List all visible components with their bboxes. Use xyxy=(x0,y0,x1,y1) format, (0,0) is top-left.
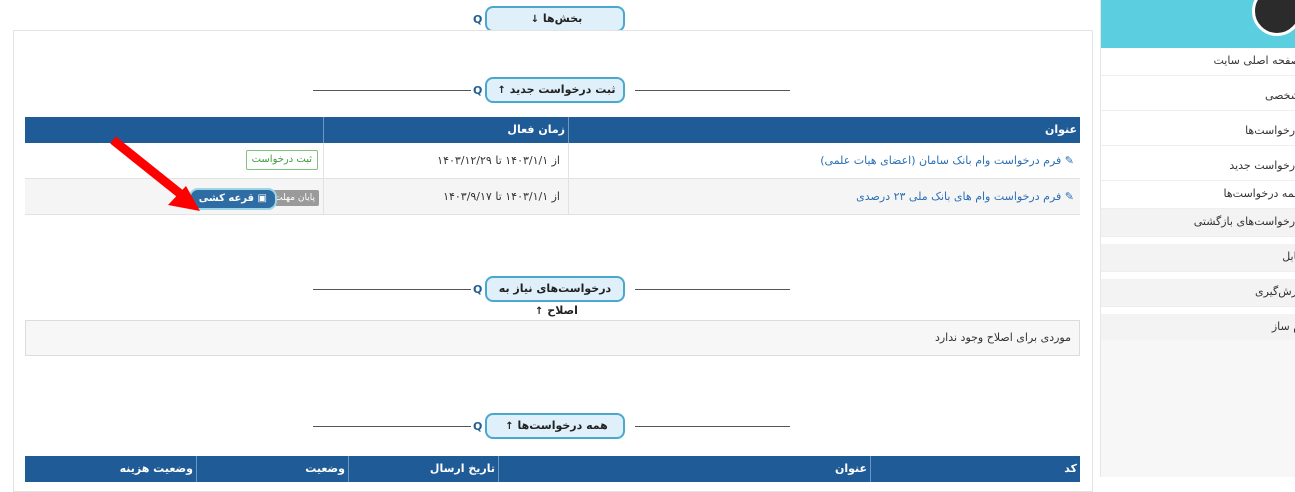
column-header-code: کد xyxy=(870,456,1080,482)
sidebar-item-label: تابل xyxy=(1282,250,1295,263)
gift-icon: ▣ xyxy=(254,193,267,204)
column-header-title: عنوان xyxy=(498,456,870,482)
divider-left xyxy=(313,289,471,290)
sidebar-item-personal[interactable]: شخصی xyxy=(1101,83,1295,111)
form-title: فرم درخواست وام بانک سامان (اعضای هیات ع… xyxy=(820,154,1062,167)
edit-icon: ✎ xyxy=(1061,154,1074,167)
empty-state: موردی برای اصلاح وجود ندارد xyxy=(25,320,1080,356)
register-request-button[interactable]: ثبت درخواست xyxy=(245,150,318,170)
sidebar-item-home[interactable]: صفحه اصلی سایت xyxy=(1101,48,1295,76)
arrow-up-icon: ↑ xyxy=(505,421,514,432)
column-header-cost-status: وضعیت هزینه xyxy=(119,462,193,475)
sidebar: صفحه اصلی سایت شخصی درخواست‌ها درخواست ج… xyxy=(1100,0,1295,477)
form-title: فرم درخواست وام های بانک ملی ۲۳ درصدی xyxy=(856,190,1062,203)
form-link-melli-loan[interactable]: ✎ فرم درخواست وام های بانک ملی ۲۳ درصدی xyxy=(856,190,1074,203)
search-icon[interactable]: Q xyxy=(473,84,482,97)
all-requests-table-header: کد عنوان تاریخ ارسال وضعیت وضعیت هزینه xyxy=(25,456,1080,482)
sidebar-item-returned-requests[interactable]: درخواست‌های بازگشتی xyxy=(1101,209,1295,237)
search-icon[interactable]: Q xyxy=(473,283,482,296)
arrow-down-icon: ↓ xyxy=(530,14,540,25)
parts-toggle-label: بخش‌ها xyxy=(542,12,583,25)
search-icon[interactable]: Q xyxy=(473,420,482,433)
new-request-toggle-label: ثبت درخواست جدید xyxy=(509,83,616,96)
sidebar-item-all-requests[interactable]: همه درخواست‌ها xyxy=(1101,181,1295,209)
sidebar-item-reporting[interactable]: ارش‌گیری xyxy=(1101,279,1295,307)
sidebar-header xyxy=(1101,0,1295,48)
sidebar-item-label: درخواست جدید xyxy=(1229,159,1295,172)
needs-fix-toggle-button[interactable]: درخواست‌های نیاز به اصلاح ↑ xyxy=(485,276,625,317)
parts-toggle-button[interactable]: بخش‌ها ↓ xyxy=(485,6,625,32)
sidebar-item-label: درخواست‌های بازگشتی xyxy=(1193,215,1295,228)
column-header-active-time: زمان فعال xyxy=(323,117,568,143)
sidebar-item-requests[interactable]: درخواست‌ها xyxy=(1101,118,1295,146)
active-period: از ۱۴۰۳/۱/۱ تا ۱۴۰۳/۹/۱۷ xyxy=(443,190,560,203)
edit-icon: ✎ xyxy=(1061,190,1074,203)
sidebar-item-label: درخواست‌ها xyxy=(1245,124,1295,137)
annotation-arrow xyxy=(110,136,200,211)
sidebar-empty-area xyxy=(1101,340,1295,477)
divider-left xyxy=(313,426,471,427)
column-header-send-date: تاریخ ارسال xyxy=(348,456,498,482)
empty-state-text: موردی برای اصلاح وجود ندارد xyxy=(934,331,1071,344)
divider-right xyxy=(635,289,790,290)
divider-right xyxy=(635,426,790,427)
sidebar-item-form-builder[interactable]: م ساز xyxy=(1101,314,1295,342)
sidebar-item-6[interactable]: تابل xyxy=(1101,244,1295,272)
sidebar-item-label: همه درخواست‌ها xyxy=(1223,187,1295,200)
column-header-status: وضعیت xyxy=(196,456,348,482)
active-period: از ۱۴۰۳/۱/۱ تا ۱۴۰۳/۱۲/۲۹ xyxy=(437,154,560,167)
search-icon[interactable]: Q xyxy=(473,13,482,26)
sidebar-item-new-request[interactable]: درخواست جدید xyxy=(1101,153,1295,181)
column-header-title: عنوان xyxy=(568,117,1080,143)
sidebar-item-label: صفحه اصلی سایت xyxy=(1213,54,1295,67)
sidebar-item-label: شخصی xyxy=(1264,89,1295,102)
all-requests-toggle-button[interactable]: همه درخواست‌ها ↑ xyxy=(485,413,625,439)
arrow-up-icon: ↑ xyxy=(535,306,544,317)
new-request-toggle-button[interactable]: ثبت درخواست جدید ↑ xyxy=(485,77,625,103)
sidebar-item-label: م ساز xyxy=(1271,320,1295,333)
sidebar-item-label: ارش‌گیری xyxy=(1254,285,1295,298)
all-requests-toggle-label: همه درخواست‌ها xyxy=(517,419,608,432)
divider-right xyxy=(635,90,790,91)
divider-left xyxy=(313,90,471,91)
avatar[interactable] xyxy=(1252,0,1295,36)
arrow-up-icon: ↑ xyxy=(497,85,506,96)
form-link-saman-loan[interactable]: ✎ فرم درخواست وام بانک سامان (اعضای هیات… xyxy=(820,154,1074,167)
lottery-label: قرعه کشی xyxy=(198,193,255,204)
deadline-badge: پایان مهلت xyxy=(270,190,319,206)
